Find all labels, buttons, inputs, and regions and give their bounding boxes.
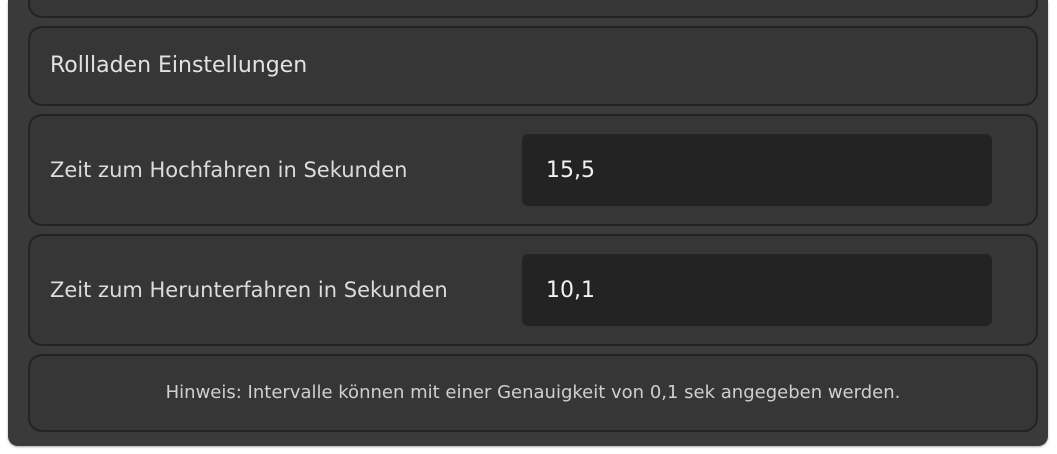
down-time-label: Zeit zum Herunterfahren in Sekunden	[50, 278, 448, 302]
up-time-input[interactable]	[522, 134, 992, 206]
hint-card: Hinweis: Intervalle können mit einer Gen…	[28, 354, 1038, 432]
down-time-input[interactable]	[522, 254, 992, 326]
hint-text: Hinweis: Intervalle können mit einer Gen…	[165, 382, 901, 403]
up-time-label: Zeit zum Hochfahren in Sekunden	[50, 158, 408, 182]
field-row-up-time: Zeit zum Hochfahren in Sekunden	[28, 114, 1038, 226]
section-title: Rollladen Einstellungen	[50, 53, 308, 78]
previous-card	[28, 0, 1038, 18]
field-row-down-time: Zeit zum Herunterfahren in Sekunden	[28, 234, 1038, 346]
settings-panel: Rollladen Einstellungen Zeit zum Hochfah…	[8, 0, 1048, 446]
section-header-card: Rollladen Einstellungen	[28, 26, 1038, 106]
